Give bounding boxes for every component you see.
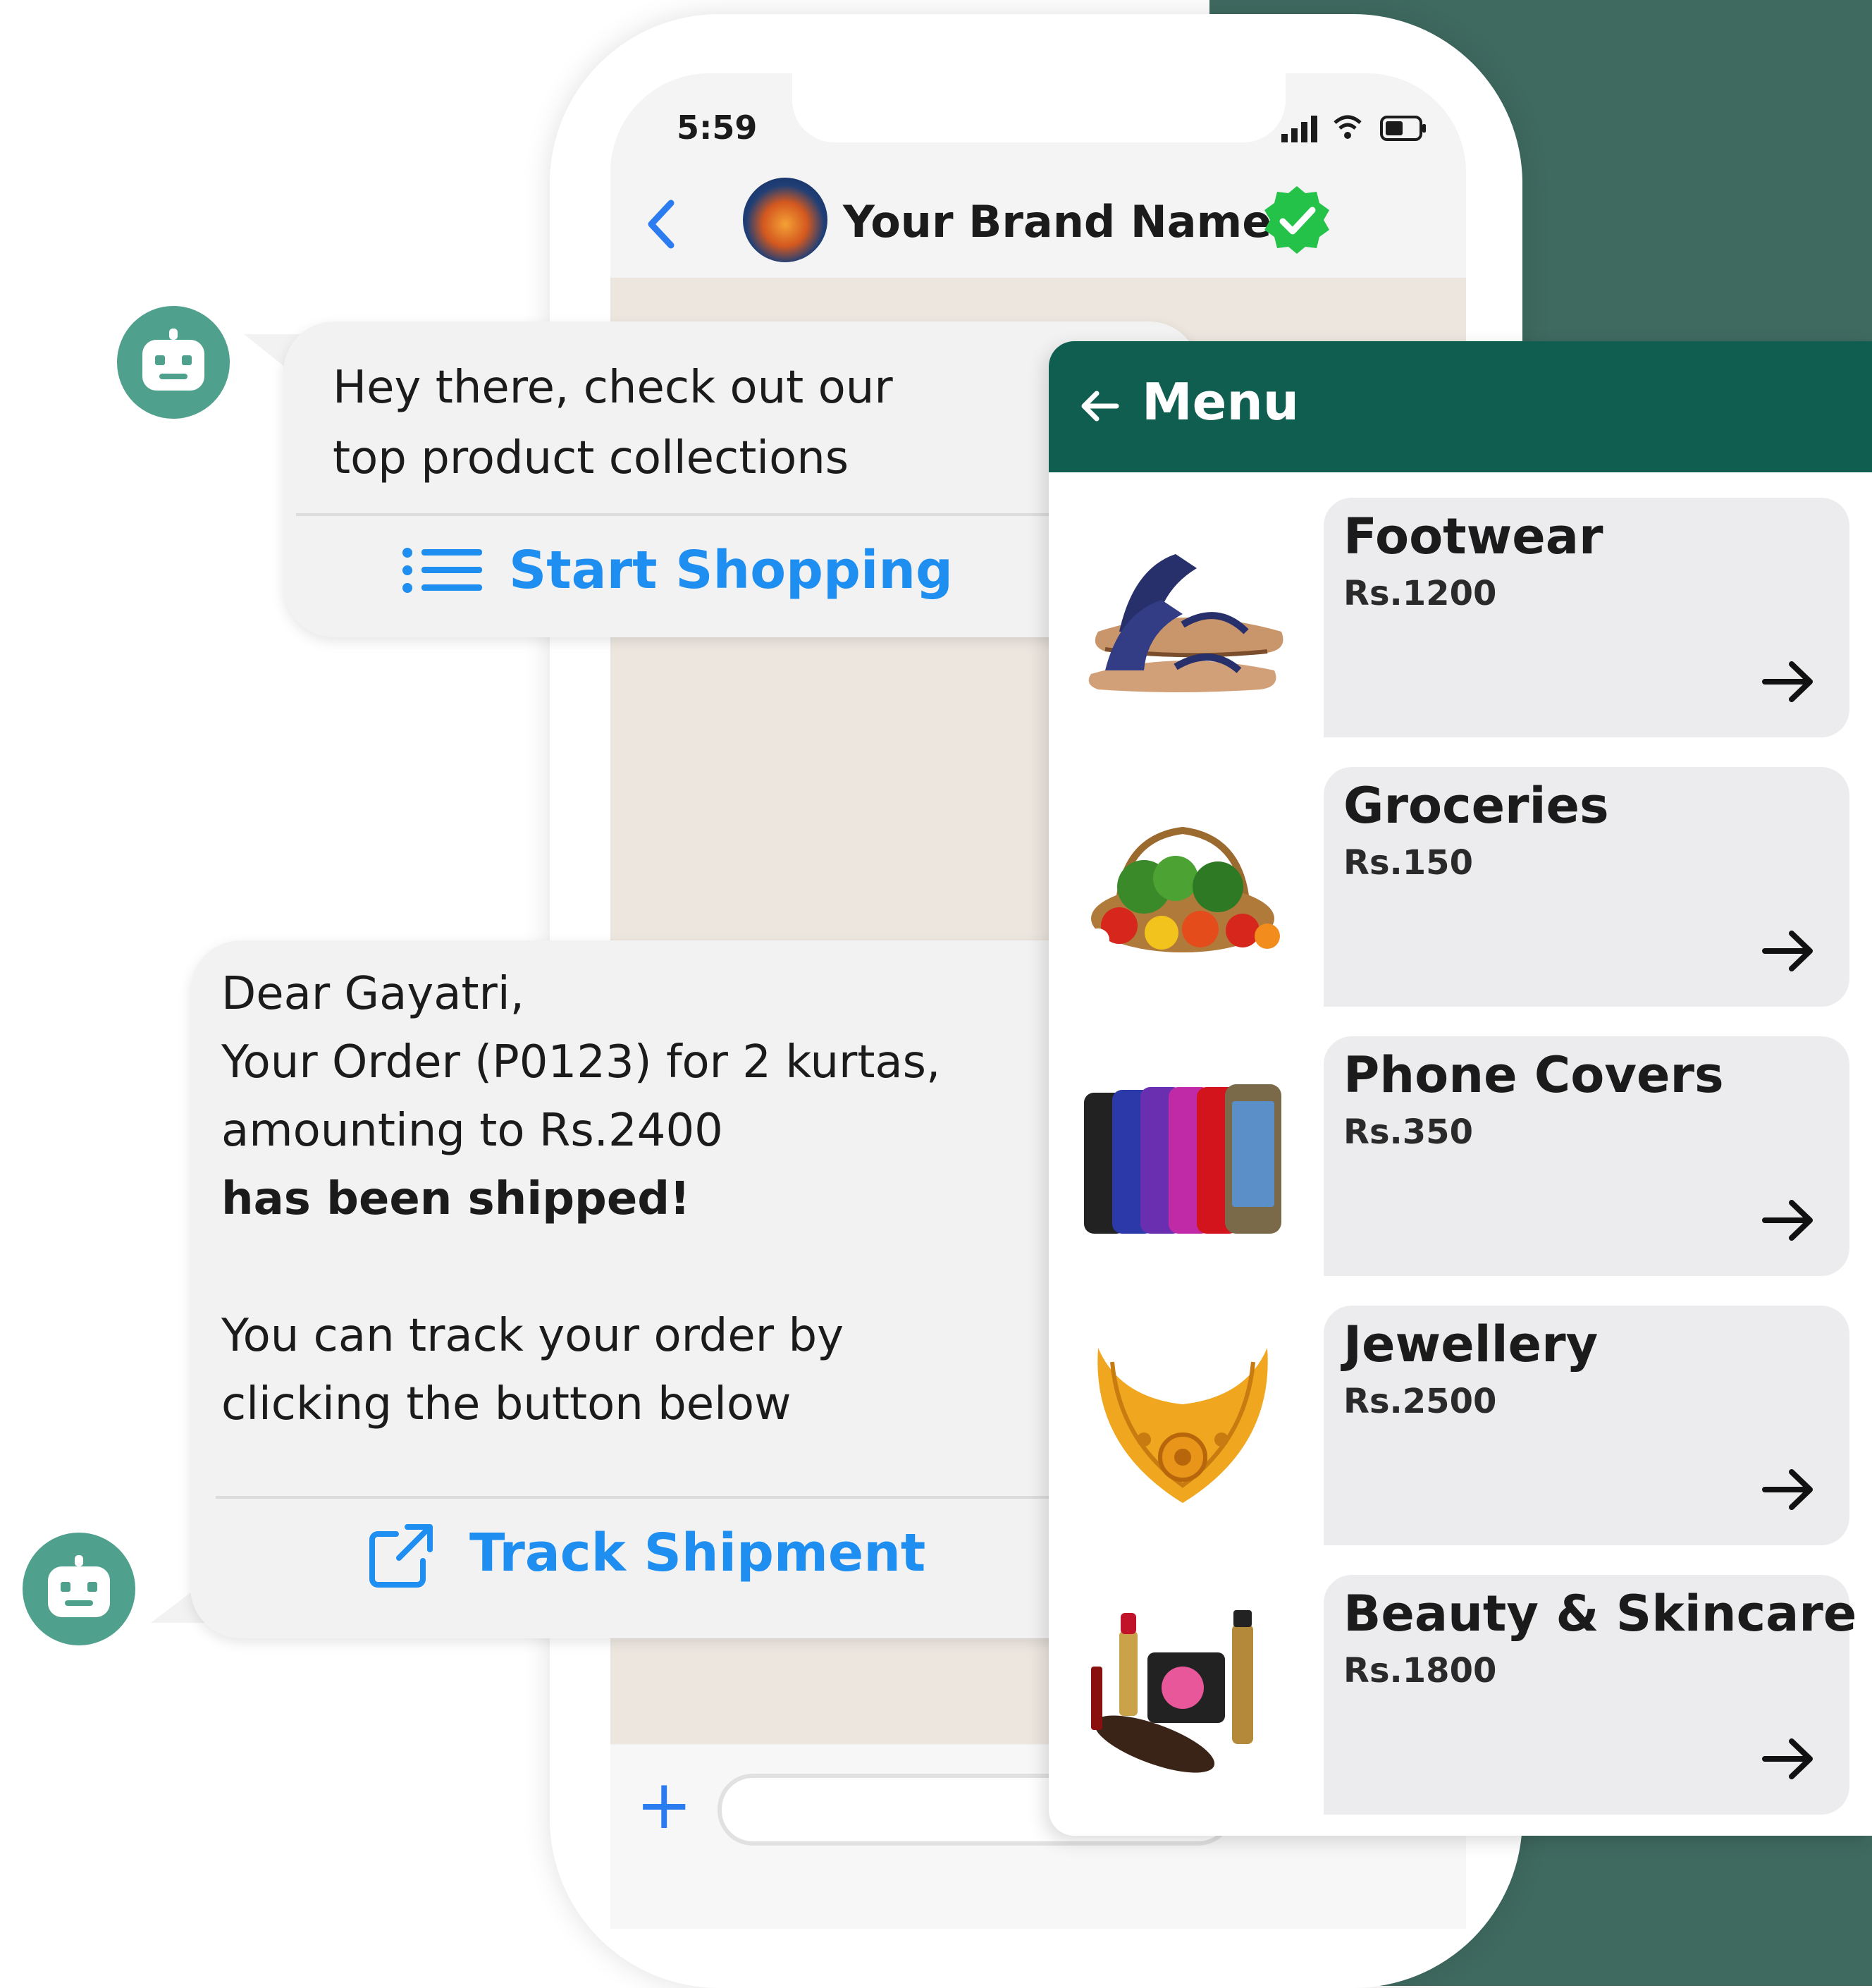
phone-cover-icon bbox=[1084, 1084, 1281, 1234]
brand-avatar[interactable] bbox=[743, 178, 827, 262]
arrow-right-icon[interactable] bbox=[1761, 1465, 1817, 1514]
item-name: Phone Covers bbox=[1343, 1046, 1724, 1104]
robot-icon bbox=[48, 1555, 110, 1617]
list-icon[interactable] bbox=[402, 546, 484, 595]
item-card[interactable]: Jewellery Rs.2500 bbox=[1324, 1306, 1849, 1545]
necklace-icon bbox=[1097, 1348, 1268, 1503]
menu-panel: Menu Footwear Rs.1200 Groceries Rs.150 P… bbox=[1049, 341, 1872, 1836]
item-price: Rs.350 bbox=[1343, 1112, 1473, 1152]
back-arrow-icon[interactable] bbox=[1078, 385, 1121, 427]
sandal-icon bbox=[1088, 554, 1283, 692]
item-price: Rs.2500 bbox=[1343, 1382, 1497, 1421]
item-price: Rs.150 bbox=[1343, 843, 1473, 883]
message-line: Hey there, check out our bbox=[333, 362, 893, 414]
message-text: Hey there, check out our top product col… bbox=[333, 352, 893, 493]
phone-notch bbox=[792, 73, 1286, 142]
divider bbox=[216, 1496, 1050, 1499]
arrow-right-icon[interactable] bbox=[1761, 1196, 1817, 1245]
message-line: You can track your order by bbox=[221, 1310, 844, 1362]
message-line-bold: has been shipped! bbox=[221, 1173, 691, 1225]
arrow-right-icon[interactable] bbox=[1761, 1734, 1817, 1784]
menu-title: Menu bbox=[1142, 372, 1299, 431]
bot-avatar bbox=[23, 1533, 135, 1645]
robot-icon bbox=[142, 329, 204, 391]
menu-header: Menu bbox=[1049, 341, 1872, 472]
item-name: Beauty & Skincare bbox=[1343, 1585, 1857, 1643]
cosmetics-icon bbox=[1091, 1610, 1253, 1773]
external-link-icon[interactable] bbox=[365, 1521, 436, 1592]
item-price: Rs.1200 bbox=[1343, 574, 1497, 613]
plus-icon[interactable]: + bbox=[636, 1771, 692, 1839]
divider bbox=[296, 513, 1085, 516]
item-name: Footwear bbox=[1343, 508, 1603, 565]
item-card[interactable]: Beauty & Skincare Rs.1800 bbox=[1324, 1575, 1856, 1815]
menu-item-footwear[interactable]: Footwear Rs.1200 bbox=[1049, 498, 1872, 737]
message-line: Your Order (P0123) for 2 kurtas, bbox=[221, 1036, 941, 1088]
item-card[interactable]: Footwear Rs.1200 bbox=[1324, 498, 1849, 737]
start-shopping-button[interactable]: Start Shopping bbox=[509, 540, 953, 601]
back-chevron-icon[interactable] bbox=[643, 196, 681, 252]
menu-item-beauty-skincare[interactable]: Beauty & Skincare Rs.1800 bbox=[1049, 1575, 1872, 1815]
track-shipment-button[interactable]: Track Shipment bbox=[469, 1523, 925, 1583]
signal-icon bbox=[1281, 116, 1317, 142]
status-time: 5:59 bbox=[677, 109, 758, 147]
item-card[interactable]: Groceries Rs.150 bbox=[1324, 767, 1849, 1007]
arrow-right-icon[interactable] bbox=[1761, 926, 1817, 976]
arrow-right-icon[interactable] bbox=[1761, 657, 1817, 706]
item-name: Groceries bbox=[1343, 777, 1609, 835]
item-name: Jewellery bbox=[1343, 1315, 1599, 1373]
verified-badge-icon bbox=[1264, 186, 1329, 254]
item-price: Rs.1800 bbox=[1343, 1651, 1497, 1691]
vegetables-icon bbox=[1087, 826, 1280, 952]
message-text: Dear Gayatri, Your Order (P0123) for 2 k… bbox=[221, 960, 940, 1439]
bot-avatar bbox=[117, 306, 230, 419]
menu-item-jewellery[interactable]: Jewellery Rs.2500 bbox=[1049, 1306, 1872, 1545]
message-line: amounting to Rs.2400 bbox=[221, 1105, 723, 1157]
battery-icon bbox=[1380, 116, 1426, 141]
message-line: top product collections bbox=[333, 432, 849, 484]
message-line: Dear Gayatri, bbox=[221, 968, 524, 1020]
wifi-icon bbox=[1334, 115, 1362, 139]
brand-name[interactable]: Your Brand Name bbox=[843, 196, 1271, 247]
item-card[interactable]: Phone Covers Rs.350 bbox=[1324, 1036, 1849, 1276]
message-line: clicking the button below bbox=[221, 1378, 792, 1430]
menu-item-groceries[interactable]: Groceries Rs.150 bbox=[1049, 767, 1872, 1007]
menu-item-phone-covers[interactable]: Phone Covers Rs.350 bbox=[1049, 1036, 1872, 1276]
